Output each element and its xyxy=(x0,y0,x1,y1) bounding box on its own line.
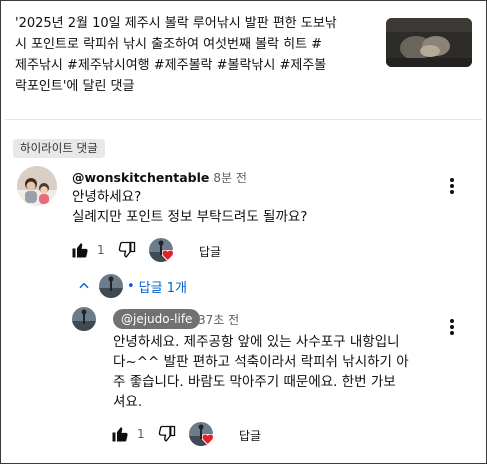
thumbs-up-icon[interactable] xyxy=(111,425,129,443)
replier-avatar-small xyxy=(99,274,123,298)
reply-author-chip[interactable]: @jejudo-life xyxy=(113,309,201,329)
reply-text-line: 셔요. xyxy=(113,394,143,410)
replier-avatar[interactable] xyxy=(72,307,96,331)
divider xyxy=(5,119,482,120)
comment-text-line: 실례지만 포인트 정보 부탁드려도 될까요? xyxy=(72,209,308,225)
reply-more-icon[interactable] xyxy=(450,319,454,335)
commenter-avatar[interactable] xyxy=(17,166,57,206)
comment-author[interactable]: @wonskitchentable xyxy=(72,170,209,185)
comment-header: @wonskitchentable 8분 전 xyxy=(72,167,247,186)
comment-panel: '2025년 2월 10일 제주시 볼락 루어낚시 발판 편한 도보낚 시 포인… xyxy=(0,0,487,464)
comment-text-line: 안녕하세요? xyxy=(72,189,142,205)
comment-like-count: 1 xyxy=(97,243,105,257)
heart-icon xyxy=(202,434,214,445)
video-title-line: 제주낚시 #제주낚시여행 #제주볼락 #볼락낚시 #제주볼 xyxy=(15,58,327,73)
reply-text-line: 주 좋습니다. 바람도 막아주기 때문에요. 한번 가보 xyxy=(113,374,396,390)
comment-more-icon[interactable] xyxy=(450,178,454,194)
reply-button[interactable]: 답글 xyxy=(199,243,221,260)
reply-text-line: 다~^^ 발판 편하고 석축이라서 락피쉬 낚시하기 아 xyxy=(113,354,409,370)
video-title-line: '2025년 2월 10일 제주시 볼락 루어낚시 발판 편한 도보낚 xyxy=(15,16,337,31)
reply-text: 안녕하세요. 제주공항 앞에 있는 사수포구 내항입니 다~^^ 발판 편하고 … xyxy=(113,332,448,412)
video-title-line: 락포인트'에 달린 댓글 xyxy=(15,79,135,94)
video-title-line: 시 포인트로 락피쉬 낚시 출조하여 여섯번째 볼락 히트 # xyxy=(15,37,323,52)
video-title: '2025년 2월 10일 제주시 볼락 루어낚시 발판 편한 도보낚 시 포인… xyxy=(15,13,375,97)
highlight-comment-badge: 하이라이트 댓글 xyxy=(13,139,105,158)
thumbs-down-icon[interactable] xyxy=(118,241,136,259)
replies-count-label[interactable]: 답글 1개 xyxy=(139,277,187,296)
reply-like-count: 1 xyxy=(137,427,145,441)
bullet-separator: • xyxy=(127,278,135,294)
thumbs-up-icon[interactable] xyxy=(71,241,89,259)
heart-icon xyxy=(162,250,174,261)
reply-button[interactable]: 답글 xyxy=(239,427,261,444)
thumbs-down-icon[interactable] xyxy=(158,425,176,443)
replies-toggle[interactable]: • 답글 1개 xyxy=(77,273,187,299)
comment-text: 안녕하세요? 실례지만 포인트 정보 부탁드려도 될까요? xyxy=(72,187,307,227)
chevron-up-icon xyxy=(79,282,89,289)
video-thumbnail[interactable] xyxy=(386,18,472,67)
reply-time: 37초 전 xyxy=(198,313,240,327)
reply-text-line: 안녕하세요. 제주공항 앞에 있는 사수포구 내항입니 xyxy=(113,334,400,350)
comment-time: 8분 전 xyxy=(213,171,247,185)
